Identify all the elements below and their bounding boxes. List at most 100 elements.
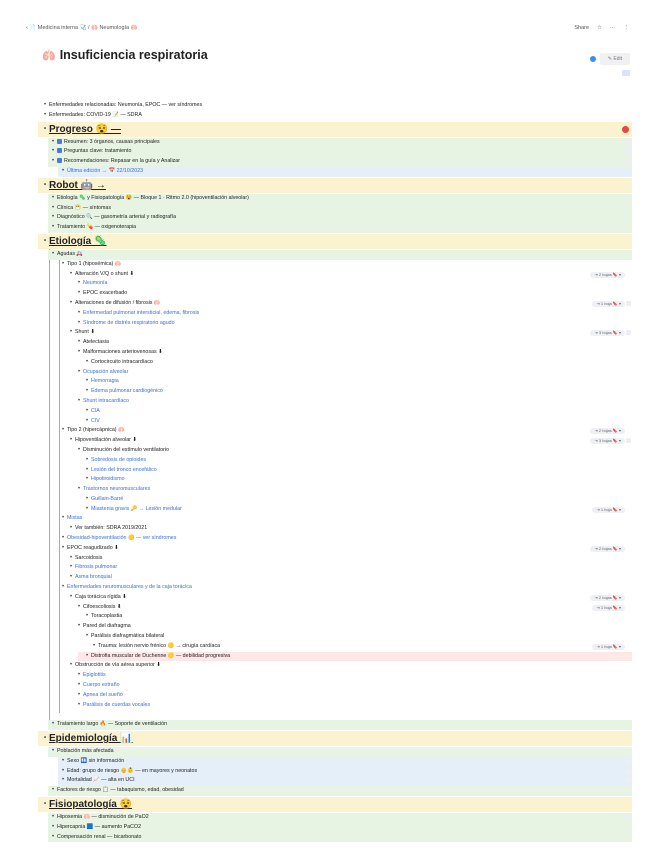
bullet-icon[interactable]: • (52, 250, 54, 260)
list-item[interactable]: • Toracoplastia (0, 612, 655, 622)
bullet-icon[interactable]: • (62, 757, 64, 767)
row-action-button[interactable] (626, 768, 631, 774)
backlink-badge[interactable]: ⇥ 3 hojas 🔖 ▾ (590, 438, 625, 445)
bullet-icon[interactable]: • (52, 147, 54, 157)
list-item[interactable]: • Edad: grupo de riesgo 👴👶 — en mayores y… (0, 766, 655, 777)
item-label[interactable]: Cuerpo extraño (83, 681, 120, 691)
list-item[interactable]: • CIA (0, 407, 655, 417)
bullet-icon[interactable]: • (44, 234, 46, 249)
bullet-icon[interactable]: • (78, 622, 80, 632)
list-item[interactable]: • Tratamiento 💊 — oxigenoterapia (0, 223, 655, 233)
list-item[interactable]: • CIV (0, 417, 655, 427)
list-item[interactable]: • Guillain-Barré (0, 495, 655, 505)
list-item[interactable]: • Preguntas clave: tratamiento (0, 147, 655, 158)
list-item[interactable]: • Población más afectada (0, 747, 655, 757)
list-item[interactable]: • Neumonía (0, 279, 655, 289)
bullet-icon[interactable]: • (70, 328, 72, 338)
bullet-icon[interactable]: • (62, 544, 64, 554)
bullet-icon[interactable]: • (78, 671, 80, 681)
list-item[interactable]: • Mixtas (0, 514, 655, 524)
item-label[interactable]: Ocupación alveolar (83, 368, 128, 378)
backlink-badge[interactable]: ⇥ 2 hojas 🔖 ▾ (590, 428, 625, 435)
bullet-icon[interactable]: • (62, 426, 64, 436)
list-item[interactable]: • Shunt ⬇ ⇥ 3 hojas 🔖 ▾ (0, 328, 655, 338)
row-action-button[interactable] (626, 815, 631, 820)
list-item[interactable] (0, 710, 655, 720)
list-item[interactable]: • Enfermedades neuromusculares y de la ca… (0, 583, 655, 593)
list-item[interactable]: • Atelectasia (0, 338, 655, 348)
bullet-icon[interactable]: • (86, 475, 88, 485)
item-label[interactable]: Shunt intracardíaco (83, 397, 129, 407)
row-action-button[interactable] (626, 758, 631, 764)
list-item[interactable]: • Hipoventilación alveolar ⬇ ⇥ 3 hojas 🔖 ▾ (0, 436, 655, 446)
row-action-button[interactable] (626, 300, 631, 306)
list-item[interactable]: • Compensación renal — bicarbonato (0, 832, 655, 843)
bullet-icon[interactable]: • (93, 642, 95, 652)
bullet-icon[interactable]: • (78, 485, 80, 495)
bullet-icon[interactable]: • (78, 309, 80, 319)
backlink-badge[interactable]: ⇥ 1 hoja 🔖 ▾ (592, 604, 625, 611)
bullet-icon[interactable]: • (52, 813, 54, 823)
list-item[interactable]: • Distrofia muscular de Duchenne 🟡 — debi… (0, 651, 655, 662)
bullet-icon[interactable]: • (70, 563, 72, 573)
section-heading[interactable]: • Etiología 🦠 (0, 233, 655, 249)
bullet-icon[interactable]: • (62, 167, 64, 177)
bullet-icon[interactable]: • (44, 111, 46, 121)
list-item[interactable]: • Alteración V/Q o shunt ⬇ ⇥ 2 hojas 🔖 ▾ (0, 270, 655, 280)
bullet-icon[interactable]: • (86, 612, 88, 622)
bullet-icon[interactable]: • (52, 138, 54, 148)
item-label[interactable]: CIV (91, 417, 100, 427)
row-action-button[interactable] (626, 159, 631, 165)
list-item[interactable]: • Tipo 2 (hipercápnica) 🫁 ⇥ 2 hojas 🔖 ▾ (0, 426, 655, 436)
bullet-icon[interactable]: • (70, 554, 72, 564)
section-heading[interactable]: • Robot 🤖 → (0, 177, 655, 193)
list-item[interactable]: • Miastenia gravis 🔑 → Lesión medular ⇥ 1 … (0, 505, 655, 515)
bullet-icon[interactable]: • (62, 260, 64, 270)
list-item[interactable]: • Cuerpo extraño (0, 681, 655, 691)
item-label[interactable]: Mixtas (67, 514, 82, 524)
item-label[interactable]: Miastenia gravis 🔑 → Lesión medular (91, 505, 182, 515)
bullet-icon[interactable]: • (70, 270, 72, 280)
star-icon[interactable]: ☆ (597, 25, 602, 31)
bullet-icon[interactable]: • (78, 397, 80, 407)
bullet-icon[interactable]: • (70, 573, 72, 583)
list-item[interactable]: • Etiología 🦠 y Fisiopatología 😵 — Bloque… (0, 193, 655, 204)
list-item[interactable]: • Última edición → 📅 22/10/2023 (0, 166, 655, 177)
bullet-icon[interactable]: • (78, 446, 80, 456)
list-item[interactable]: • Hemorragia (0, 377, 655, 387)
list-item[interactable]: • Lesión del tronco encefálico (0, 466, 655, 476)
backlink-badge[interactable]: ⇥ 2 hojas 🔖 ▾ (590, 545, 625, 552)
bullet-icon[interactable]: • (86, 466, 88, 476)
bullet-icon[interactable]: • (86, 387, 88, 397)
bullet-icon[interactable]: • (86, 632, 88, 642)
list-item[interactable]: • EPOC exacerbado (0, 289, 655, 299)
bullet-icon[interactable]: • (52, 213, 54, 223)
bullet-icon[interactable]: • (86, 652, 88, 662)
item-label[interactable]: Hipotiroidismo (91, 475, 125, 485)
item-label[interactable]: Edema pulmonar cardiogénico (91, 387, 163, 397)
list-item[interactable]: • Obesidad-hipoventilación 🟡 — ver síndro… (0, 534, 655, 544)
bullet-icon[interactable]: • (44, 731, 46, 746)
list-item[interactable]: • Hipoxemia 🫁 — disminución de PaO2 (0, 813, 655, 823)
share-button[interactable]: Share (574, 25, 589, 31)
list-item[interactable]: • Clínica 😷 — síntomas (0, 203, 655, 214)
item-label[interactable]: Lesión del tronco encefálico (91, 466, 157, 476)
list-item[interactable]: • Ocupación alveolar (0, 368, 655, 378)
section-heading[interactable]: • Progreso 😵 — (0, 121, 655, 137)
list-item[interactable]: • Sobredosis de opioides (0, 456, 655, 466)
item-label[interactable]: Sobredosis de opioides (91, 456, 146, 466)
list-item[interactable]: • Caja torácica rígida ⬇ ⇥ 2 hojas 🔖 ▾ (0, 593, 655, 603)
breadcrumb-current[interactable]: 🫁 Neumología 🫁 (91, 25, 137, 31)
bullet-icon[interactable]: • (70, 436, 72, 446)
list-item[interactable]: • Enfermedades relacionadas: Neumonía, EP… (0, 101, 655, 111)
list-item[interactable]: • Pared del diafragma (0, 622, 655, 632)
row-action-button[interactable] (626, 139, 631, 145)
list-item[interactable]: • Tipo 1 (hipoxémica) 🫁 (0, 260, 655, 270)
list-item[interactable]: • Apnea del sueño (0, 691, 655, 701)
list-item[interactable]: • Resumen: 3 órganos, causas principales (0, 137, 655, 148)
item-label[interactable]: Asma bronquial (75, 573, 112, 583)
list-item[interactable]: • Sarcoidosis (0, 554, 655, 564)
list-item[interactable]: • Malformaciones arteriovenosas ⬇ (0, 348, 655, 358)
section-heading[interactable]: • Epidemiología 📊 (0, 731, 655, 747)
bullet-icon[interactable]: • (52, 157, 54, 167)
